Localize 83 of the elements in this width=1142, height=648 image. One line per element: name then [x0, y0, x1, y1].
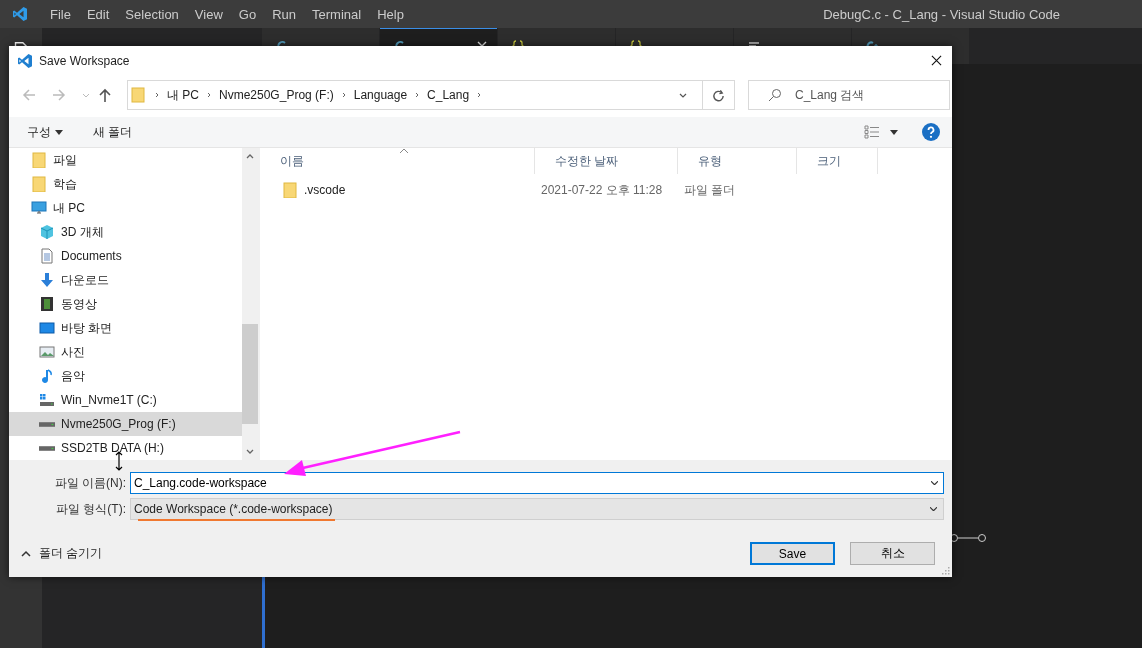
column-header[interactable]: 수정한 날짜 [535, 148, 678, 174]
column-header[interactable]: 이름 [260, 148, 535, 174]
app-logo-icon [12, 6, 28, 22]
breadcrumb-item[interactable]: Language [353, 88, 408, 102]
file-name-label: 파일 이름(N): [53, 474, 127, 492]
nav-item[interactable]: Documents [9, 244, 242, 268]
nav-item[interactable]: 음악 [9, 364, 242, 388]
nav-item[interactable]: 다운로드 [9, 268, 242, 292]
file-name[interactable]: .vscode [304, 183, 346, 197]
chevron-down-icon [930, 507, 937, 511]
film-icon [39, 296, 55, 312]
nav-item[interactable]: 학습 [9, 172, 242, 196]
chevron-down-icon[interactable] [931, 481, 938, 485]
dialog-button[interactable]: Save [750, 542, 835, 565]
menu-item[interactable]: Selection [117, 6, 187, 22]
dialog-button[interactable]: 취소 [850, 542, 935, 565]
menu-item[interactable]: Help [369, 6, 412, 22]
dropdown-triangle-icon [55, 129, 63, 135]
search-icon [768, 88, 782, 102]
nav-item[interactable]: 3D 개체 [9, 220, 242, 244]
nav-item[interactable]: SSD2TB DATA (H:) [9, 436, 242, 460]
resize-cursor-icon [115, 451, 123, 471]
monitor-icon [31, 200, 47, 216]
address-bar[interactable]: 내 PC Nvme250G_Prog (F:) Language C_Lang [127, 80, 703, 110]
window-title: DebugC.c - C_Lang - Visual Studio Code [823, 6, 1060, 22]
app-logo-icon [17, 52, 33, 69]
column-header[interactable]: 유형 [678, 148, 797, 174]
table-cell: 파일 폴더 [684, 181, 736, 199]
search-field[interactable]: C_Lang 검색 [748, 80, 950, 110]
nav-item[interactable]: 동영상 [9, 292, 242, 316]
folder-icon [31, 176, 47, 192]
nav-item[interactable]: Win_Nvme1T (C:) [9, 388, 242, 412]
dropdown-triangle-icon[interactable] [890, 129, 898, 135]
menu-item[interactable]: Terminal [304, 6, 370, 22]
details-view-icon[interactable] [864, 125, 880, 139]
image-icon [39, 344, 55, 360]
nav-item[interactable]: 바탕 화면 [9, 316, 242, 340]
breadcrumb-item[interactable]: 내 PC [167, 86, 199, 104]
file-type-label: 파일 형식(T): [55, 500, 127, 518]
scroll-up-icon[interactable] [246, 153, 254, 159]
hide-folders-toggle[interactable]: 폴더 숨기기 [21, 545, 103, 562]
menu-item[interactable]: Run [264, 6, 304, 22]
folder-icon [282, 182, 298, 198]
scroll-down-icon[interactable] [246, 449, 254, 455]
drive-icon [39, 421, 55, 427]
up-arrow-icon[interactable] [97, 87, 113, 103]
organize-menu[interactable]: 구성 [27, 123, 63, 141]
dialog-title: Save Workspace [39, 53, 130, 68]
drive-icon [39, 392, 55, 408]
refresh-icon [712, 88, 725, 102]
chevron-right-icon [205, 91, 213, 99]
nav-item[interactable]: 파일 [9, 148, 242, 172]
nav-item[interactable]: 내 PC [9, 196, 242, 220]
menu-item[interactable]: Go [230, 6, 265, 22]
breadcrumb-item[interactable]: Nvme250G_Prog (F:) [219, 88, 334, 102]
file-name-field[interactable]: C_Lang.code-workspace [130, 472, 944, 494]
connector-handle-icon [950, 532, 986, 544]
chevron-right-icon [153, 91, 161, 99]
new-folder-button[interactable]: 새 폴더 [93, 123, 133, 141]
breadcrumb-item[interactable]: C_Lang [427, 88, 470, 102]
desktop-icon [39, 320, 55, 336]
music-note-icon [39, 368, 55, 384]
nav-item[interactable]: Nvme250G_Prog (F:) [9, 412, 242, 436]
drive-icon [39, 445, 55, 451]
close-icon[interactable] [931, 55, 942, 66]
document-icon [39, 248, 55, 264]
table-cell: 2021-07-22 오후 11:28 [541, 181, 663, 199]
down-arrow-icon [39, 272, 55, 288]
folder-icon [131, 87, 145, 103]
file-type-dropdown[interactable]: Code Workspace (*.code-workspace) [130, 498, 944, 520]
menu-item[interactable]: Edit [78, 6, 118, 22]
menu-item[interactable]: View [186, 6, 231, 22]
refresh-button[interactable] [703, 80, 735, 110]
folder-icon [31, 152, 47, 168]
sort-caret-icon [399, 148, 409, 154]
help-icon[interactable] [922, 123, 940, 141]
column-header[interactable]: 크기 [797, 148, 878, 174]
chevron-up-icon [21, 549, 31, 558]
resize-grip-icon[interactable] [940, 565, 950, 575]
nav-item[interactable]: 사진 [9, 340, 242, 364]
scrollbar[interactable] [242, 148, 258, 460]
menu-item[interactable]: File [42, 6, 79, 22]
cube-icon [39, 224, 55, 240]
